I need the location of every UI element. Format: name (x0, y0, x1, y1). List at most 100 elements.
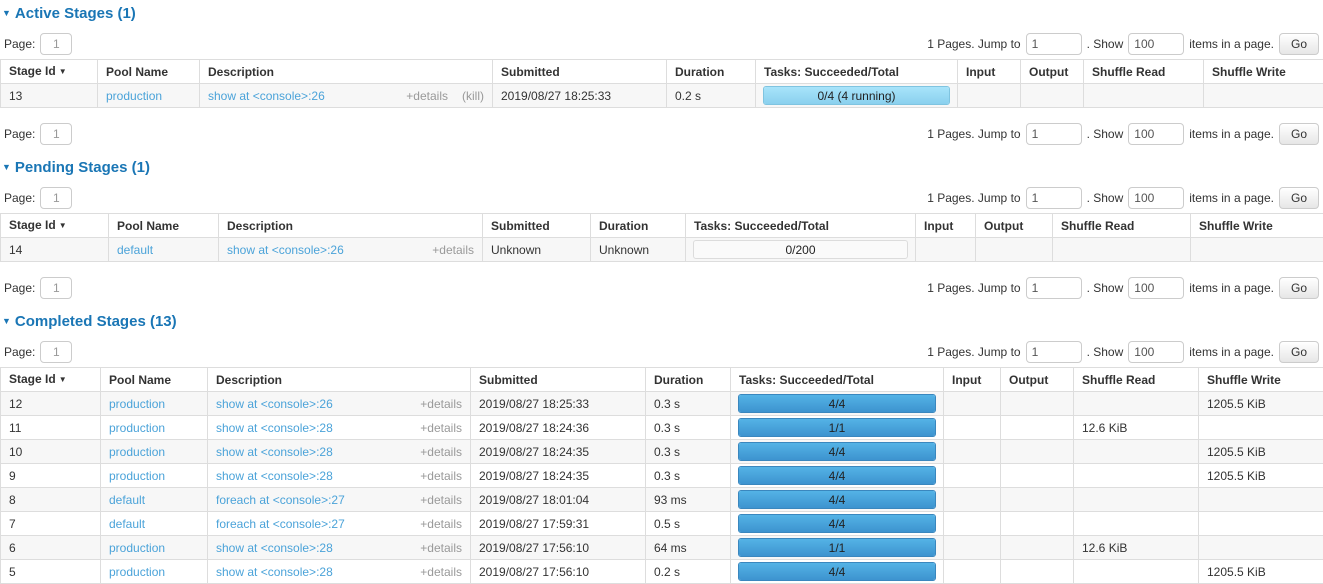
column-header[interactable]: Duration (591, 214, 686, 238)
go-button[interactable]: Go (1279, 33, 1319, 55)
tasks-progress-bar: 1/1 (738, 418, 936, 437)
stage-id-cell: 8 (1, 488, 101, 512)
column-header[interactable]: Shuffle Write (1199, 368, 1323, 392)
page-number-input[interactable] (40, 33, 72, 55)
details-toggle[interactable]: +details (420, 493, 462, 507)
column-header[interactable]: Output (1021, 60, 1084, 84)
column-header[interactable]: Shuffle Read (1084, 60, 1204, 84)
description-link[interactable]: show at <console>:26 (208, 89, 325, 103)
go-button[interactable]: Go (1279, 341, 1319, 363)
column-header[interactable]: Description (219, 214, 483, 238)
go-button[interactable]: Go (1279, 187, 1319, 209)
column-header[interactable]: Shuffle Read (1053, 214, 1191, 238)
column-header[interactable]: Stage Id▼ (1, 60, 98, 84)
pool-name-cell: production (101, 560, 208, 584)
items-per-page-input[interactable] (1128, 187, 1184, 209)
pool-name-link[interactable]: default (109, 517, 145, 531)
column-header[interactable]: Duration (646, 368, 731, 392)
description-link[interactable]: show at <console>:28 (216, 565, 333, 579)
column-header[interactable]: Submitted (483, 214, 591, 238)
description-link[interactable]: show at <console>:28 (216, 421, 333, 435)
items-per-page-input[interactable] (1128, 341, 1184, 363)
submitted-cell: 2019/08/27 18:25:33 (493, 84, 667, 108)
pool-name-link[interactable]: default (109, 493, 145, 507)
column-header[interactable]: Input (958, 60, 1021, 84)
progress-label: 1/1 (739, 421, 935, 435)
column-header[interactable]: Pool Name (109, 214, 219, 238)
jump-to-input[interactable] (1026, 187, 1082, 209)
column-header[interactable]: Shuffle Write (1204, 60, 1323, 84)
column-header[interactable]: Shuffle Write (1191, 214, 1323, 238)
column-header[interactable]: Shuffle Read (1074, 368, 1199, 392)
pool-name-link[interactable]: production (109, 541, 165, 555)
pool-name-link[interactable]: production (109, 421, 165, 435)
column-header[interactable]: Tasks: Succeeded/Total (731, 368, 944, 392)
details-toggle[interactable]: +details (420, 421, 462, 435)
items-per-page-input[interactable] (1128, 123, 1184, 145)
jump-to-input[interactable] (1026, 33, 1082, 55)
description-link[interactable]: show at <console>:28 (216, 469, 333, 483)
shuffle-read-cell (1074, 560, 1199, 584)
description-link[interactable]: foreach at <console>:27 (216, 493, 345, 507)
column-header[interactable]: Stage Id▼ (1, 368, 101, 392)
column-header[interactable]: Description (208, 368, 471, 392)
page-number-input[interactable] (40, 341, 72, 363)
column-header[interactable]: Stage Id▼ (1, 214, 109, 238)
submitted-cell: Unknown (483, 238, 591, 262)
details-toggle[interactable]: +details (420, 517, 462, 531)
column-header[interactable]: Output (1001, 368, 1074, 392)
column-header[interactable]: Submitted (471, 368, 646, 392)
go-button[interactable]: Go (1279, 277, 1319, 299)
jump-to-input[interactable] (1026, 277, 1082, 299)
shuffle-read-cell: 12.6 KiB (1074, 536, 1199, 560)
column-header[interactable]: Tasks: Succeeded/Total (686, 214, 916, 238)
section-title-completed-stages[interactable]: ▼Completed Stages (13) (2, 313, 1323, 330)
jump-to-input[interactable] (1026, 341, 1082, 363)
description-link[interactable]: show at <console>:26 (227, 243, 344, 257)
column-header[interactable]: Output (976, 214, 1053, 238)
kill-link[interactable]: (kill) (462, 89, 484, 103)
column-header[interactable]: Pool Name (98, 60, 200, 84)
pool-name-link[interactable]: production (109, 397, 165, 411)
column-header[interactable]: Pool Name (101, 368, 208, 392)
submitted-cell: 2019/08/27 18:24:36 (471, 416, 646, 440)
go-button[interactable]: Go (1279, 123, 1319, 145)
jump-to-label: 1 Pages. Jump to (927, 37, 1020, 51)
tasks-progress-bar: 4/4 (738, 514, 936, 533)
column-header[interactable]: Input (944, 368, 1001, 392)
column-header[interactable]: Submitted (493, 60, 667, 84)
page-number-input[interactable] (40, 123, 72, 145)
column-header[interactable]: Tasks: Succeeded/Total (756, 60, 958, 84)
details-toggle[interactable]: +details (420, 397, 462, 411)
details-toggle[interactable]: +details (420, 565, 462, 579)
output-cell (1001, 392, 1074, 416)
section-title-active-stages[interactable]: ▼Active Stages (1) (2, 5, 1323, 22)
page-number-input[interactable] (40, 277, 72, 299)
column-header[interactable]: Input (916, 214, 976, 238)
description-link[interactable]: show at <console>:28 (216, 445, 333, 459)
pool-name-link[interactable]: default (117, 243, 153, 257)
pool-name-cell: production (101, 536, 208, 560)
details-toggle[interactable]: +details (420, 541, 462, 555)
pool-name-link[interactable]: production (106, 89, 162, 103)
column-header[interactable]: Duration (667, 60, 756, 84)
details-toggle[interactable]: +details (406, 89, 448, 103)
description-link[interactable]: show at <console>:28 (216, 541, 333, 555)
items-per-page-input[interactable] (1128, 277, 1184, 299)
pool-name-link[interactable]: production (109, 445, 165, 459)
details-toggle[interactable]: +details (420, 469, 462, 483)
pool-name-cell: default (101, 488, 208, 512)
pool-name-link[interactable]: production (109, 469, 165, 483)
pool-name-cell: production (101, 392, 208, 416)
page-number-input[interactable] (40, 187, 72, 209)
jump-to-input[interactable] (1026, 123, 1082, 145)
description-link[interactable]: show at <console>:26 (216, 397, 333, 411)
details-toggle[interactable]: +details (420, 445, 462, 459)
section-title-pending-stages[interactable]: ▼Pending Stages (1) (2, 159, 1323, 176)
details-toggle[interactable]: +details (432, 243, 474, 257)
column-header[interactable]: Description (200, 60, 493, 84)
pool-name-link[interactable]: production (109, 565, 165, 579)
description-link[interactable]: foreach at <console>:27 (216, 517, 345, 531)
items-per-page-input[interactable] (1128, 33, 1184, 55)
sort-arrow-icon: ▼ (59, 375, 67, 384)
